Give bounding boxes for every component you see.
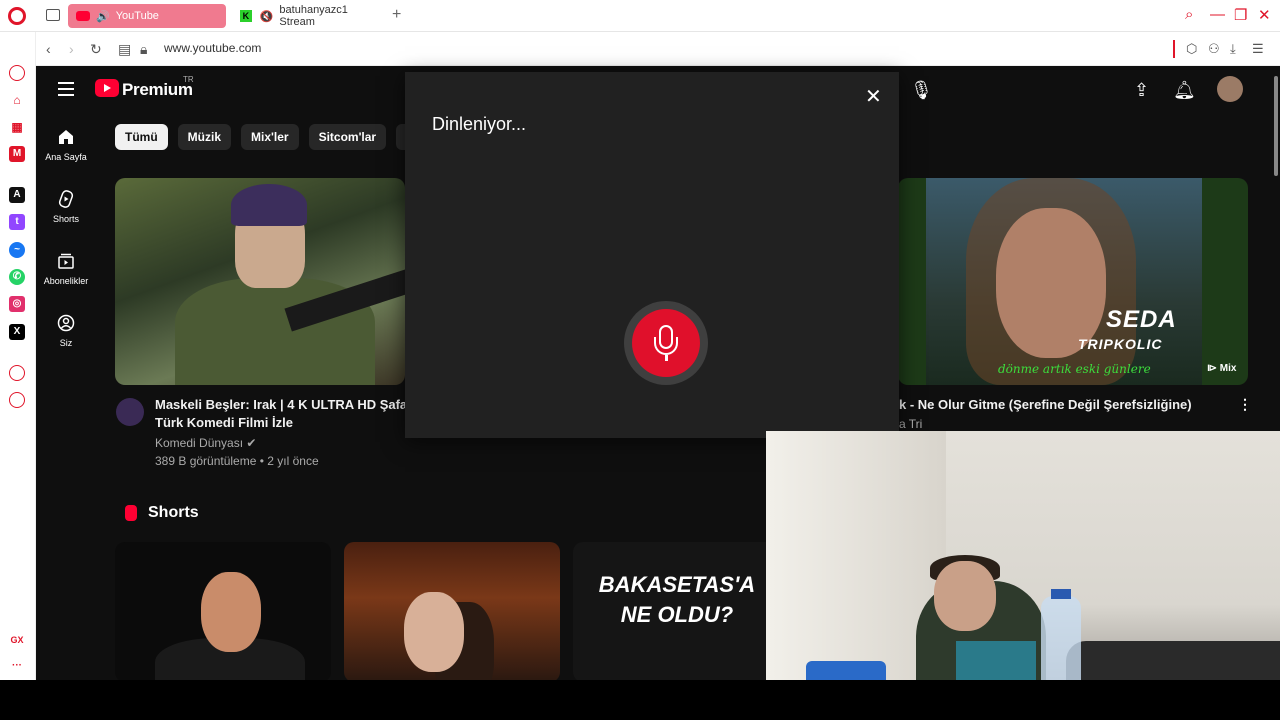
thumbnail-subtitle: TRIPKOLIC [1078,336,1163,352]
guide-label: Shorts [52,214,79,224]
mix-badge: ⧐ Mix [1207,363,1237,374]
reload-button[interactable]: ↻ [90,41,102,58]
thumbnail-title: SEDA [1106,306,1177,333]
guide-label: Siz [59,338,73,348]
close-icon[interactable]: ✕ [865,84,882,109]
instagram-icon[interactable]: ◎ [9,296,25,312]
aria-icon[interactable] [9,65,25,81]
video-title[interactable]: Maskeli Beşler: Irak | 4 K ULTRA HD Şafa… [155,396,415,432]
short-overlay-text: BAKASETAS'A NE OLDU? [598,572,756,627]
gx-icon[interactable]: GX [9,632,25,648]
new-tab-button[interactable]: + [392,6,401,24]
short-thumbnail[interactable] [115,542,331,680]
shorts-icon [125,505,137,521]
shorts-section-title: Shorts [148,504,199,521]
youtube-logo-icon[interactable] [95,79,119,97]
video-thumbnail[interactable]: SEDA TRIPKOLIC dönme artık eski günlere [898,178,1248,385]
twitch-icon[interactable]: t [9,214,25,230]
forward-button[interactable]: › [69,41,74,57]
chip-all[interactable]: Tümü [115,124,168,150]
you-icon [57,314,75,332]
guide-subscriptions[interactable]: Abonelikler [36,252,96,286]
voice-search-icon[interactable]: 🎙︎ [910,80,933,101]
tab-youtube[interactable]: 🔊 YouTube [68,4,226,28]
chip-mixes[interactable]: Mix'ler [241,124,299,150]
microphone-icon [632,309,700,377]
minimize-button[interactable]: — [1210,6,1225,23]
address-bar: ‹ › ↻ ▤ 🔒︎ www.youtube.com ⬡ ⚇ ⤓ ☰ [36,32,1280,66]
opera-sidebar: ⌂ ▦ M A t ~ ✆ ◎ X GX ··· [0,32,36,680]
menu-icon[interactable] [58,82,74,100]
kick-favicon-icon: K [240,10,252,22]
verified-icon: ✔ [246,436,257,450]
search-tabs-icon[interactable]: ⌕ [1185,6,1193,23]
tab-label: batuhanyazc1 Stream [279,4,348,28]
messenger-icon[interactable]: ~ [9,242,25,258]
tab-label: YouTube [115,10,159,22]
channel-avatar[interactable] [116,398,144,426]
shorts-icon [58,190,74,208]
video-title[interactable]: k - Ne Olur Gitme (Şerefine Değil Şerefs… [899,396,1229,414]
guide-label: Ana Sayfa [45,152,87,162]
x-twitter-icon[interactable]: X [9,324,25,340]
guide-home[interactable]: Ana Sayfa [36,128,96,162]
guide-shorts[interactable]: Shorts [36,190,96,224]
kick-app-icon[interactable]: A [9,187,25,203]
lock-icon[interactable]: 🔒︎ [140,41,147,58]
listening-title: Dinleniyor... [432,114,527,134]
guide-you[interactable]: Siz [36,314,96,348]
divider [1173,40,1175,58]
thumbnail-caption: dönme artık eski günlere [998,362,1151,376]
chip-music[interactable]: Müzik [177,124,232,150]
chip-sitcoms[interactable]: Sitcom'lar [308,124,387,150]
restore-button[interactable]: ❐ [1234,6,1247,24]
tab-kick-stream[interactable]: K 🔇 batuhanyazc1 Stream [232,4,392,28]
create-upload-icon[interactable]: ⇪ [1134,80,1149,101]
account-icon[interactable]: ⚇ [1208,41,1220,57]
mail-icon[interactable]: M [9,146,25,162]
video-thumbnail[interactable] [115,178,405,385]
muted-speaker-icon[interactable]: 🔇 [260,10,274,23]
channel-name[interactable]: Komedi Dünyası ✔ [155,434,256,452]
subscriptions-icon [58,253,74,269]
opera-logo-icon[interactable] [8,7,26,25]
home-icon [59,130,73,144]
guide-label: Abonelikler [43,276,89,286]
extensions-icon[interactable]: ⬡ [1186,41,1197,57]
taskbar-strip [0,680,1280,720]
region-code: TR [183,75,194,84]
workspace-icon[interactable]: ⌂ [9,92,25,108]
easy-setup-icon[interactable]: ☰ [1252,41,1264,57]
history-icon[interactable] [9,392,25,408]
mic-button[interactable] [624,301,708,385]
tab-switcher-icon[interactable] [46,9,60,21]
close-window-button[interactable]: ✕ [1258,6,1271,24]
player-icon[interactable] [9,365,25,381]
speaker-icon[interactable]: 🔊 [96,10,110,23]
voice-search-dialog: ✕ Dinleniyor... [405,72,899,438]
filter-chips: Tümü Müzik Mix'ler Sitcom'lar Ko [115,124,433,150]
youtube-favicon-icon [76,11,90,21]
webcam-overlay [766,431,1280,720]
avatar[interactable] [1217,76,1243,102]
notifications-bell-icon[interactable]: 🔔︎ [1173,80,1196,101]
pinboard-icon[interactable]: ▦ [9,119,25,135]
more-actions-icon[interactable]: ⋮ [1238,396,1252,413]
whatsapp-icon[interactable]: ✆ [9,269,25,285]
back-button[interactable]: ‹ [46,41,51,57]
video-meta: 389 B görüntüleme • 2 yıl önce [155,454,319,468]
page-info-icon[interactable]: ▤ [118,41,131,58]
browser-tab-bar: 🔊 YouTube K 🔇 batuhanyazc1 Stream + ⌕ — … [0,0,1280,32]
short-thumbnail[interactable] [344,542,560,680]
url-field[interactable]: www.youtube.com [164,41,261,55]
download-icon[interactable]: ⤓ [1230,41,1236,57]
more-icon[interactable]: ··· [9,658,25,674]
